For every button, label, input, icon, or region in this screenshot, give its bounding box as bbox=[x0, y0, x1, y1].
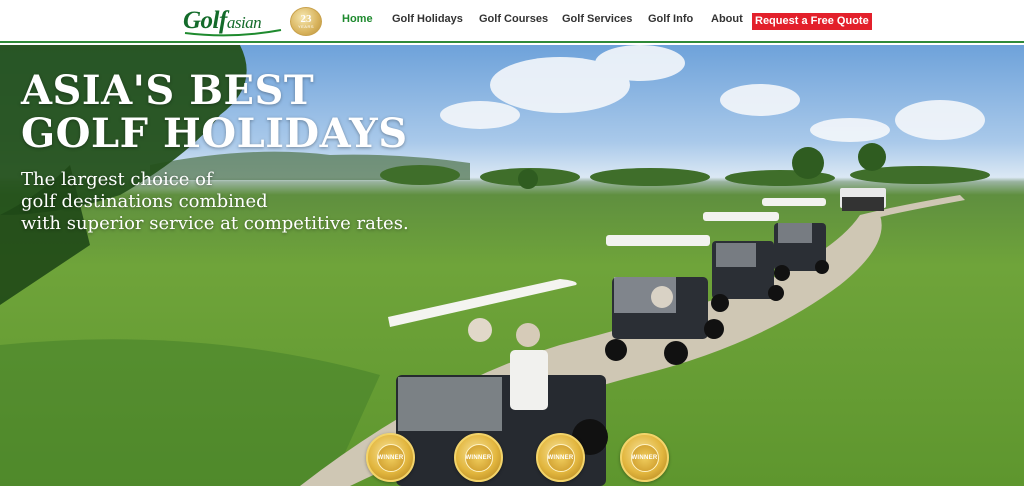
award-label: WINNER bbox=[376, 443, 405, 472]
site-header: Golfasian 23 YEARS Home Golf Holidays Go… bbox=[0, 0, 1024, 43]
hero-subtitle-line: golf destinations combined bbox=[21, 191, 268, 212]
award-medal-icon: WINNER bbox=[366, 433, 415, 482]
award-badges: WINNER WINNER WINNER WINNER bbox=[366, 433, 676, 483]
award-medal-icon: WINNER bbox=[536, 433, 585, 482]
award-label: WINNER bbox=[630, 443, 659, 472]
hero-title-line: ASIA'S BEST bbox=[21, 67, 315, 114]
years-anniversary-badge: 23 YEARS bbox=[290, 7, 322, 36]
request-quote-button[interactable]: Request a Free Quote bbox=[752, 13, 872, 30]
logo-swoosh-icon bbox=[184, 29, 282, 37]
golfasian-logo[interactable]: Golfasian bbox=[183, 5, 282, 37]
nav-golf-holidays[interactable]: Golf Holidays bbox=[392, 13, 463, 25]
award-medal-icon: WINNER bbox=[620, 433, 669, 482]
hero-subtitle-line: The largest choice of bbox=[21, 169, 213, 190]
nav-golf-courses[interactable]: Golf Courses bbox=[479, 13, 548, 25]
nav-home[interactable]: Home bbox=[342, 13, 373, 25]
hero-title-line: GOLF HOLIDAYS bbox=[21, 110, 408, 157]
award-medal-icon: WINNER bbox=[454, 433, 503, 482]
nav-golf-info[interactable]: Golf Info bbox=[648, 13, 693, 25]
award-label: WINNER bbox=[546, 443, 575, 472]
nav-about[interactable]: About bbox=[711, 13, 743, 25]
hero-subtitle-line: with superior service at competitive rat… bbox=[21, 213, 409, 234]
nav-golf-services[interactable]: Golf Services bbox=[562, 13, 632, 25]
hero-banner: ASIA'S BEST GOLF HOLIDAYS The largest ch… bbox=[0, 45, 1024, 486]
award-label: WINNER bbox=[464, 443, 493, 472]
hero-title: ASIA'S BEST GOLF HOLIDAYS bbox=[21, 69, 408, 155]
hero-subtitle: The largest choice of golf destinations … bbox=[21, 169, 409, 235]
